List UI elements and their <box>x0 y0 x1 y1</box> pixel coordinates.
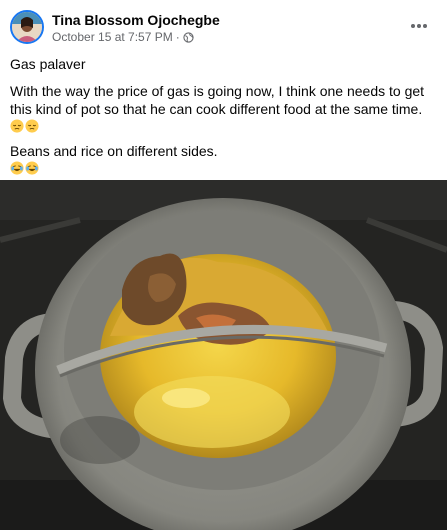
post-paragraph-text: Beans and rice on different sides. <box>10 143 218 159</box>
post-timestamp[interactable]: October 15 at 7:57 PM <box>52 30 173 44</box>
author-avatar[interactable] <box>10 10 44 44</box>
face-with-closed-eyes-emoji <box>10 119 24 133</box>
pot-illustration <box>0 180 447 530</box>
post-paragraph: With the way the price of gas is going n… <box>10 82 437 133</box>
post-text: Gas palaver With the way the price of ga… <box>10 55 437 184</box>
face-with-closed-eyes-emoji <box>25 119 39 133</box>
post-header: Tina Blossom Ojochegbe October 15 at 7:5… <box>10 10 437 48</box>
facebook-post: Tina Blossom Ojochegbe October 15 at 7:5… <box>0 0 447 530</box>
author-name[interactable]: Tina Blossom Ojochegbe <box>52 12 220 28</box>
emoji-row <box>10 119 437 133</box>
laughing-tears-emoji <box>25 161 39 175</box>
emoji-row <box>10 161 437 175</box>
laughing-tears-emoji <box>10 161 24 175</box>
post-paragraph-text: With the way the price of gas is going n… <box>10 83 425 117</box>
avatar-image <box>12 12 42 42</box>
more-options-icon[interactable] <box>407 14 431 38</box>
meta-separator: · <box>175 30 180 44</box>
post-paragraph: Gas palaver <box>10 56 86 72</box>
divided-cooking-pot-photo[interactable] <box>0 180 447 530</box>
post-paragraph: Beans and rice on different sides. <box>10 142 437 175</box>
post-meta: October 15 at 7:57 PM · <box>52 30 194 44</box>
globe-icon[interactable] <box>183 31 194 43</box>
